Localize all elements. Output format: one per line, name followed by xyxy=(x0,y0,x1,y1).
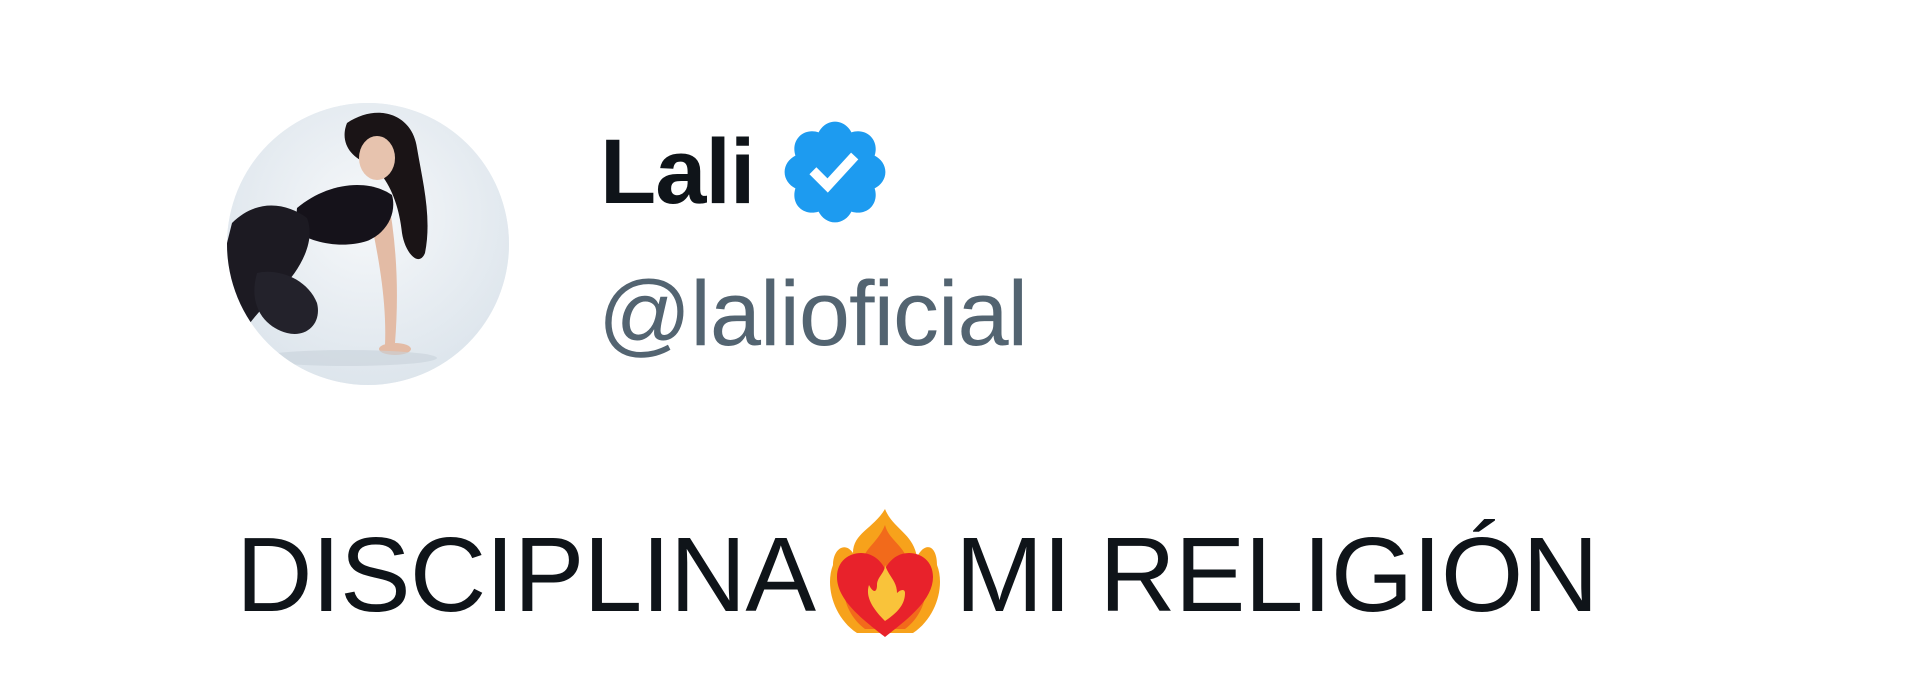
tweet-text: DISCIPLINA MI RELIGIÓN xyxy=(236,505,1599,645)
profile-photo xyxy=(227,103,509,385)
author-name-row: Lali xyxy=(600,112,894,232)
tweet[interactable]: Lali @lalioficial DISCIPLINA MI RELIGIÓN xyxy=(0,0,1920,700)
heart-on-fire-emoji xyxy=(821,505,949,645)
tweet-text-part-2: MI RELIGIÓN xyxy=(955,515,1599,634)
author-handle[interactable]: @lalioficial xyxy=(598,268,1028,360)
verified-badge-icon[interactable] xyxy=(776,113,894,231)
display-name[interactable]: Lali xyxy=(600,126,755,218)
tweet-text-part-1: DISCIPLINA xyxy=(236,515,816,634)
avatar[interactable] xyxy=(227,103,509,385)
